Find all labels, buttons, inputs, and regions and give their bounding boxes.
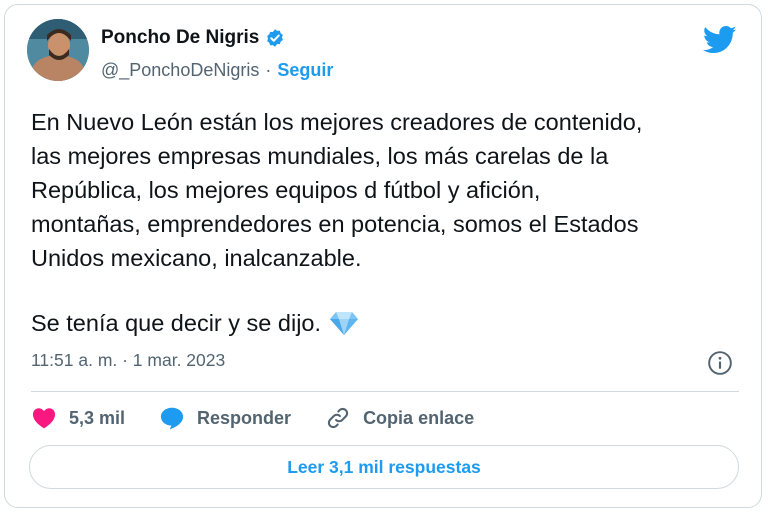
reply-button[interactable]: Responder bbox=[159, 405, 291, 431]
twitter-bird-icon[interactable] bbox=[703, 25, 737, 55]
verified-badge-icon bbox=[267, 29, 284, 47]
copy-link-button[interactable]: Copia enlace bbox=[325, 405, 474, 431]
tweet-timestamp[interactable]: 11:51 a. m. · 1 mar. 2023 bbox=[31, 350, 225, 371]
author-display-name[interactable]: Poncho De Nigris bbox=[101, 27, 259, 49]
author-name-row[interactable]: Poncho De Nigris bbox=[101, 27, 285, 49]
author-handle-row: @_PonchoDeNigris · Seguir bbox=[101, 60, 333, 81]
follow-button[interactable]: Seguir bbox=[277, 60, 333, 81]
link-icon bbox=[327, 407, 349, 429]
like-count: 5,3 mil bbox=[69, 407, 126, 428]
diamond-emoji-icon bbox=[330, 312, 359, 335]
author-handle[interactable]: @_PonchoDeNigris bbox=[101, 60, 259, 81]
avatar[interactable] bbox=[27, 19, 89, 81]
like-button[interactable]: 5,3 mil bbox=[31, 405, 125, 431]
copy-link-label: Copia enlace bbox=[363, 407, 475, 428]
tweet-card: Poncho De Nigris @_PonchoDeNigris · Segu… bbox=[4, 4, 762, 508]
divider bbox=[31, 391, 739, 392]
read-replies-label: Leer 3,1 mil respuestas bbox=[287, 456, 481, 477]
reply-label: Responder bbox=[197, 407, 292, 428]
tweet-closing-line: Se tenía que decir y se dijo. bbox=[31, 306, 359, 340]
tweet-body: En Nuevo León están los mejores creadore… bbox=[31, 109, 643, 271]
tweet-actions: 5,3 mil Responder Copia enlace bbox=[31, 405, 508, 431]
heart-icon bbox=[32, 408, 56, 429]
read-replies-button[interactable]: Leer 3,1 mil respuestas bbox=[29, 445, 739, 489]
info-icon[interactable] bbox=[707, 350, 733, 376]
handle-separator: · bbox=[265, 60, 272, 80]
tweet-closing-text: Se tenía que decir y se dijo. bbox=[31, 310, 322, 336]
reply-bubble-icon bbox=[160, 407, 184, 430]
